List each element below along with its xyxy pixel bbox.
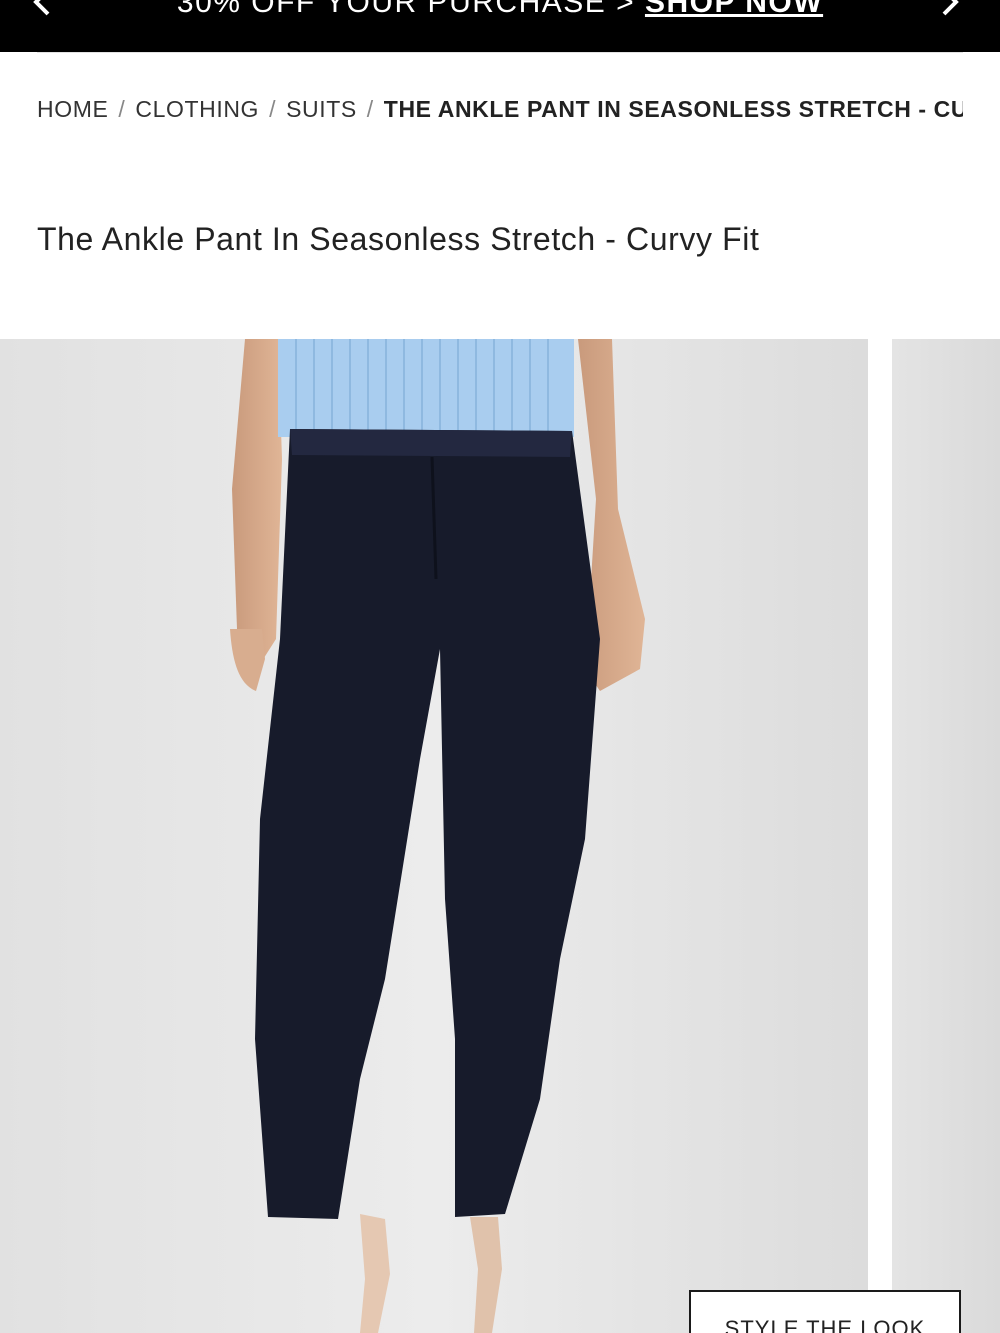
chevron-right-icon[interactable] (934, 0, 964, 20)
next-product-image[interactable] (892, 339, 1000, 1333)
product-image-gallery[interactable] (0, 339, 1000, 1333)
breadcrumb-home[interactable]: HOME (37, 96, 108, 122)
breadcrumb-clothing[interactable]: CLOTHING (135, 96, 259, 122)
style-the-look-button[interactable]: STYLE THE LOOK (689, 1290, 961, 1333)
shop-now-link[interactable]: SHOP NOW (645, 0, 823, 19)
header-divider (37, 52, 963, 53)
breadcrumb-current: THE ANKLE PANT IN SEASONLESS STRETCH - C… (383, 96, 963, 122)
promo-offer-text: 30% OFF YOUR PURCHASE > (176, 0, 645, 19)
promo-text: 30% OFF YOUR PURCHASE > SHOP NOW (0, 0, 1000, 20)
breadcrumb-separator: / (366, 96, 374, 122)
promo-banner: 30% OFF YOUR PURCHASE > SHOP NOW (0, 0, 1000, 52)
breadcrumb: HOME / CLOTHING / SUITS / THE ANKLE PANT IN SE… (37, 94, 963, 124)
breadcrumb-separator: / (269, 96, 277, 122)
breadcrumb-suits[interactable]: SUITS (286, 96, 357, 122)
product-image[interactable] (0, 339, 868, 1333)
product-title: The Ankle Pant In Seasonless Stretch - C… (37, 221, 760, 257)
breadcrumb-separator: / (118, 96, 126, 122)
